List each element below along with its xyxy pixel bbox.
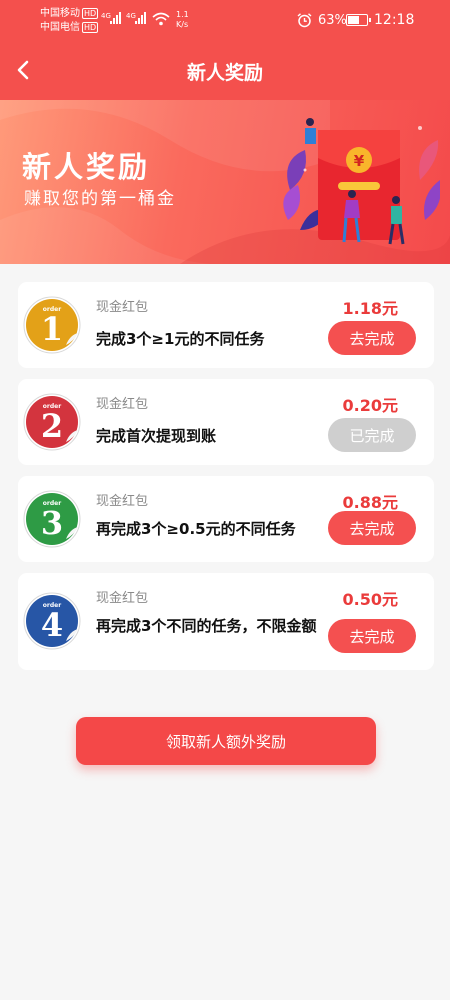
page-title: 新人奖励 [186,62,263,84]
go-complete-button[interactable]: 去完成 [328,511,416,545]
task-amount: 0.50元 [342,590,398,609]
red-envelope-illustration: ¥ [283,118,440,245]
net-speed-value: 1.1 [176,10,189,19]
medal-number: 3 [41,504,63,542]
alarm-icon [297,13,312,28]
task-kind: 现金红包 [96,591,149,606]
carrier-2: 中国电信 [40,22,80,33]
battery-icon [346,14,371,26]
task-kind: 现金红包 [96,494,149,509]
task-kind: 现金红包 [96,397,149,412]
hd-badge: HD [82,8,99,19]
signal-icon [110,12,121,24]
task-card-2: order 2 现金红包 完成首次提现到账 0.20元 已完成 [18,379,434,465]
net-speed: 1.1 K/s [176,10,189,30]
carrier-info: 中国移动 HD 中国电信 HD [40,7,99,35]
medal-number: 1 [41,310,63,348]
task-amount: 0.20元 [342,396,398,415]
task-amount: 0.88元 [342,493,398,512]
banner-title: 新人奖励 [22,150,151,184]
task-card-4: order 4 现金红包 再完成3个不同的任务，不限金额 0.50元 去完成 [18,573,434,670]
battery-percent: 63% [318,13,347,28]
wifi-icon [152,12,170,26]
net-speed-unit: K/s [176,20,189,29]
promo-banner: 新人奖励 赚取您的第一桶金 ¥ [0,100,450,264]
carrier-1: 中国移动 [40,8,80,19]
banner-subtitle: 赚取您的第一桶金 [24,184,176,209]
medal-2-icon: order 2 [23,393,81,451]
task-card-3: order 3 现金红包 再完成3个≥0.5元的不同任务 0.88元 去完成 [18,476,434,562]
task-description: 再完成3个≥0.5元的不同任务 [96,520,296,538]
battery-fill [348,16,359,24]
medal-1-icon: order 1 [23,296,81,354]
claim-extra-reward-button[interactable]: 领取新人额外奖励 [76,717,376,765]
go-complete-button[interactable]: 去完成 [328,619,416,653]
go-complete-button[interactable]: 去完成 [328,321,416,355]
completed-button[interactable]: 已完成 [328,418,416,452]
medal-3-icon: order 3 [23,490,81,548]
banner-subtitle-prefix: 赚取您的 [24,189,100,209]
task-amount: 1.18元 [342,299,398,318]
banner-subtitle-highlight: 第一桶金 [100,189,176,209]
task-description: 完成3个≥1元的不同任务 [96,330,265,348]
clock: 12:18 [374,12,415,28]
medal-number: 2 [41,407,63,445]
signal-icon [135,12,146,24]
hd-badge: HD [82,22,99,33]
medal-number: 4 [41,606,63,644]
task-kind: 现金红包 [96,300,149,315]
nav-bar: 新人奖励 [0,40,450,100]
task-description: 完成首次提现到账 [96,427,217,445]
task-card-1: order 1 现金红包 完成3个≥1元的不同任务 1.18元 去完成 [18,282,434,368]
app-header: 中国移动HD 中国电信HD 4G 4G 1.1 K/s 63% 12:18 [0,0,450,100]
envelope-yuan-symbol: ¥ [354,152,365,170]
task-description: 再完成3个不同的任务，不限金额 [96,617,317,635]
status-bar: 中国移动 HD 中国电信 HD 4G 4G 1.1 K/s 63% 12:18 [0,0,450,40]
medal-4-icon: order 4 [23,592,81,650]
